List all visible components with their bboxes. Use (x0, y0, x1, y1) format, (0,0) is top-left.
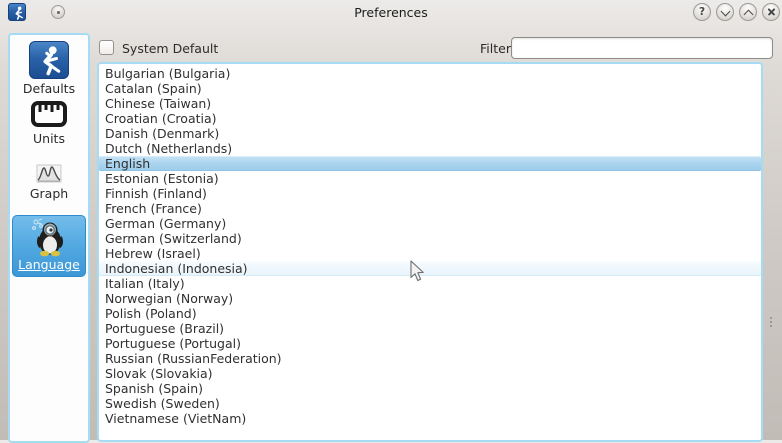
list-item[interactable]: Portuguese (Portugal) (99, 336, 761, 351)
language-list[interactable]: Bulgarian (Bulgaria)Catalan (Spain)Chine… (97, 62, 763, 442)
sidebar-item-defaults[interactable]: Defaults (12, 41, 86, 96)
ruler-icon (30, 99, 68, 129)
list-item[interactable]: Chinese (Taiwan) (99, 96, 761, 111)
list-item[interactable]: Portuguese (Brazil) (99, 321, 761, 336)
list-item[interactable]: Hebrew (Israel) (99, 246, 761, 261)
list-item[interactable]: Finnish (Finland) (99, 186, 761, 201)
sidebar-item-graph[interactable]: Graph (12, 164, 86, 201)
list-item[interactable]: Croatian (Croatia) (99, 111, 761, 126)
list-item[interactable]: Indonesian (Indonesia) (99, 261, 761, 276)
list-item[interactable]: Estonian (Estonia) (99, 171, 761, 186)
window-resize-grip[interactable] (770, 317, 773, 329)
system-default-checkbox[interactable] (99, 40, 114, 55)
list-item[interactable]: Catalan (Spain) (99, 81, 761, 96)
list-item[interactable]: German (Switzerland) (99, 231, 761, 246)
list-item[interactable]: Italian (Italy) (99, 276, 761, 291)
list-item[interactable]: Danish (Denmark) (99, 126, 761, 141)
list-item[interactable]: Norwegian (Norway) (99, 291, 761, 306)
penguin-icon (27, 217, 71, 257)
list-item[interactable]: Dutch (Netherlands) (99, 141, 761, 156)
list-item[interactable]: English (99, 156, 761, 171)
sidebar-item-language[interactable]: Language (12, 215, 86, 277)
preferences-sidebar: Defaults Units Graph (8, 33, 90, 443)
window-title: Preferences (0, 5, 782, 20)
list-item[interactable]: Spanish (Spain) (99, 381, 761, 396)
maximize-button[interactable] (739, 3, 757, 21)
chevron-down-icon (720, 6, 730, 16)
close-button[interactable] (762, 3, 780, 21)
list-item[interactable]: German (Germany) (99, 216, 761, 231)
list-item[interactable]: Slovak (Slovakia) (99, 366, 761, 381)
diver-icon (29, 41, 69, 79)
list-item[interactable]: Vietnamese (VietNam) (99, 411, 761, 426)
filter-label: Filter (480, 41, 511, 56)
chevron-up-icon (743, 9, 753, 19)
titlebar[interactable]: Preferences ? (0, 0, 782, 28)
close-icon (763, 4, 779, 20)
filter-input[interactable] (511, 37, 773, 59)
list-item[interactable]: Bulgarian (Bulgaria) (99, 66, 761, 81)
list-item[interactable]: French (France) (99, 201, 761, 216)
list-item[interactable]: Polish (Poland) (99, 306, 761, 321)
list-item[interactable]: Russian (RussianFederation) (99, 351, 761, 366)
sidebar-item-label: Defaults (12, 81, 86, 96)
graph-icon (36, 164, 62, 184)
sidebar-item-units[interactable]: Units (12, 99, 86, 146)
question-icon: ? (699, 6, 705, 18)
minimize-button[interactable] (716, 3, 734, 21)
help-button[interactable]: ? (693, 3, 711, 21)
sidebar-item-label: Language (13, 257, 85, 272)
sidebar-item-label: Graph (12, 186, 86, 201)
list-item[interactable]: Swedish (Sweden) (99, 396, 761, 411)
system-default-label[interactable]: System Default (122, 41, 218, 56)
sidebar-item-label: Units (12, 131, 86, 146)
